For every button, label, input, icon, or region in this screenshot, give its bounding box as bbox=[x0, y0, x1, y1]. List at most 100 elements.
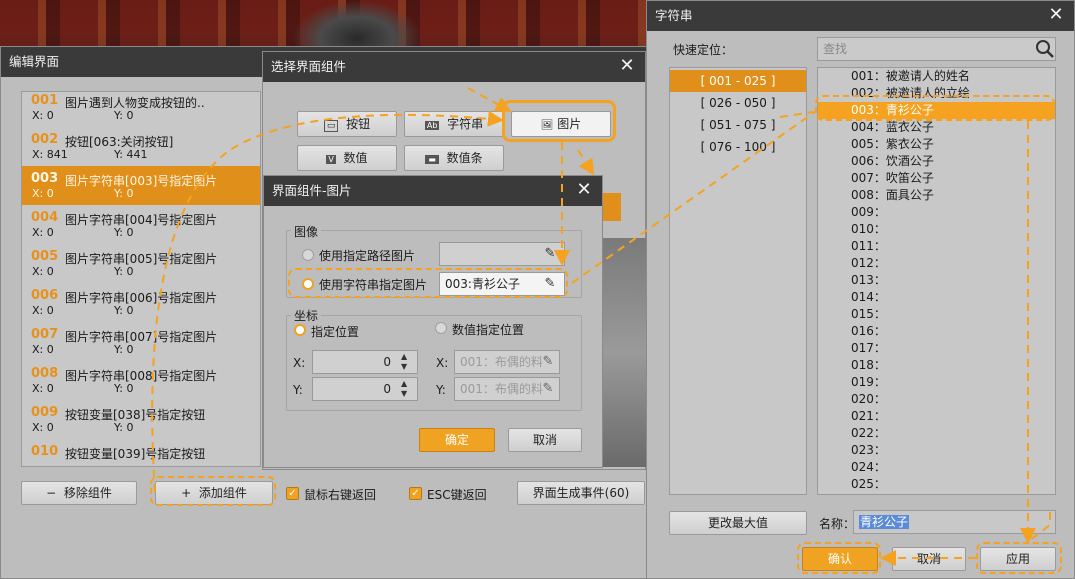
string-item[interactable]: 022： bbox=[818, 425, 1055, 442]
item-number: 008 bbox=[31, 366, 59, 381]
item-x: X: 0 bbox=[32, 265, 54, 278]
string-list[interactable]: 001：被邀请人的姓名 002：被邀请人的立绘 003：青衫公子 004：蓝衣公子 00… bbox=[817, 67, 1056, 495]
name-input[interactable]: 青衫公子 bbox=[853, 510, 1056, 534]
list-item[interactable]: 007 图片字符串[007]号指定图片 X: 0 Y: 0 bbox=[22, 322, 260, 361]
item-x: X: 0 bbox=[32, 187, 54, 200]
ok-button[interactable]: 确定 bbox=[419, 428, 495, 452]
category-item[interactable]: [ 076 - 100 ] bbox=[670, 136, 806, 158]
button-icon: ▭ bbox=[323, 120, 339, 132]
category-item[interactable]: [ 001 - 025 ] bbox=[670, 70, 806, 92]
var-position-label: 数值指定位置 bbox=[452, 323, 525, 337]
x-label: X: bbox=[293, 356, 306, 370]
list-item[interactable]: 009 按钮变量[038]号指定按钮 X: 0 Y: 0 bbox=[22, 400, 260, 439]
close-icon[interactable]: ✕ bbox=[1046, 5, 1066, 25]
item-y: Y: 0 bbox=[114, 109, 134, 122]
y-label: Y: bbox=[293, 383, 303, 397]
list-item[interactable]: 001 图片遇到人物变成按钮的.. X: 0 Y: 0 bbox=[22, 92, 260, 127]
esc-return-label: ESC键返回 bbox=[427, 488, 487, 502]
string-item[interactable]: 010： bbox=[818, 221, 1055, 238]
component-string-button[interactable]: Ab 字符串 bbox=[404, 111, 504, 137]
name-label: 名称： bbox=[819, 517, 856, 531]
item-name: 图片字符串[006]号指定图片 bbox=[65, 291, 218, 305]
close-icon[interactable]: ✕ bbox=[617, 56, 637, 76]
generate-event-button[interactable]: 界面生成事件(60) bbox=[517, 481, 645, 505]
string-item[interactable]: 015： bbox=[818, 306, 1055, 323]
string-item[interactable]: 013： bbox=[818, 272, 1055, 289]
category-list[interactable]: [ 001 - 025 ][ 026 - 050 ][ 051 - 075 ][… bbox=[669, 67, 807, 495]
string-item[interactable]: 002：被邀请人的立绘 bbox=[818, 85, 1055, 102]
var-position-radio[interactable] bbox=[435, 322, 447, 334]
list-item[interactable]: 003 图片字符串[003]号指定图片 X: 0 Y: 0 bbox=[22, 166, 260, 205]
y-stepper-arrows-icon[interactable]: ▲ ▼ bbox=[401, 379, 407, 399]
y-var-label: Y: bbox=[436, 383, 446, 397]
apply-button[interactable]: 应用 bbox=[980, 547, 1056, 571]
string-item[interactable]: 016： bbox=[818, 323, 1055, 340]
right-click-return-checkbox[interactable]: ✓ bbox=[286, 487, 299, 500]
item-number: 005 bbox=[31, 249, 59, 264]
item-x: X: 0 bbox=[32, 226, 54, 239]
pencil-icon[interactable]: ✎ bbox=[542, 246, 558, 262]
list-item[interactable]: 008 图片字符串[008]号指定图片 X: 0 Y: 0 bbox=[22, 361, 260, 400]
list-item[interactable]: 005 图片字符串[005]号指定图片 X: 0 Y: 0 bbox=[22, 244, 260, 283]
cancel-button[interactable]: 取消 bbox=[508, 428, 582, 452]
list-item[interactable]: 004 图片字符串[004]号指定图片 X: 0 Y: 0 bbox=[22, 205, 260, 244]
string-item[interactable]: 007：吹笛公子 bbox=[818, 170, 1055, 187]
component-numberbar-button[interactable]: ▬ 数值条 bbox=[404, 145, 504, 171]
string-item[interactable]: 003：青衫公子 bbox=[818, 102, 1055, 119]
list-item[interactable]: 006 图片字符串[006]号指定图片 X: 0 Y: 0 bbox=[22, 283, 260, 322]
add-component-button[interactable]: + 添加组件 bbox=[155, 481, 273, 505]
component-button-button[interactable]: ▭ 按钮 bbox=[297, 111, 397, 137]
fixed-position-label: 指定位置 bbox=[311, 325, 360, 339]
minus-icon: − bbox=[46, 486, 57, 500]
component-image-button[interactable]: 🖼 图片 bbox=[511, 111, 611, 137]
string-item[interactable]: 006：饮酒公子 bbox=[818, 153, 1055, 170]
remove-component-button[interactable]: − 移除组件 bbox=[21, 481, 137, 505]
string-item[interactable]: 014： bbox=[818, 289, 1055, 306]
pencil-icon[interactable]: ✎ bbox=[542, 276, 558, 292]
update-max-button[interactable]: 更改最大值 bbox=[669, 511, 807, 535]
close-icon[interactable]: ✕ bbox=[574, 180, 594, 200]
string-item[interactable]: 012： bbox=[818, 255, 1055, 272]
image-icon: 🖼 bbox=[540, 120, 554, 131]
search-icon[interactable] bbox=[1035, 39, 1055, 59]
number-icon: V bbox=[326, 155, 336, 164]
string-item[interactable]: 005：紫衣公子 bbox=[818, 136, 1055, 153]
confirm-button[interactable]: 确认 bbox=[802, 547, 878, 571]
string-item[interactable]: 004：蓝衣公子 bbox=[818, 119, 1055, 136]
pencil-icon[interactable]: ✎ bbox=[540, 354, 556, 370]
string-item[interactable]: 019： bbox=[818, 374, 1055, 391]
string-window-title: 字符串 bbox=[647, 1, 1074, 31]
cancel-button[interactable]: 取消 bbox=[892, 547, 966, 571]
string-item[interactable]: 017： bbox=[818, 340, 1055, 357]
item-y: Y: 0 bbox=[114, 421, 134, 434]
background-character bbox=[292, 0, 422, 48]
esc-return-checkbox[interactable]: ✓ bbox=[409, 487, 422, 500]
fixed-position-radio[interactable] bbox=[294, 324, 306, 336]
list-item[interactable]: 002 按钮[063:关闭按钮] X: 841 Y: 441 bbox=[22, 127, 260, 166]
item-number: 010 bbox=[31, 444, 59, 459]
component-number-button[interactable]: V 数值 bbox=[297, 145, 397, 171]
string-item[interactable]: 008：面具公子 bbox=[818, 187, 1055, 204]
item-x: X: 0 bbox=[32, 109, 54, 122]
x-stepper-arrows-icon[interactable]: ▲ ▼ bbox=[401, 352, 407, 372]
string-item[interactable]: 023： bbox=[818, 442, 1055, 459]
string-item[interactable]: 025： bbox=[818, 476, 1055, 493]
item-number: 009 bbox=[31, 405, 59, 420]
right-click-return-label: 鼠标右键返回 bbox=[304, 488, 377, 502]
string-item[interactable]: 020： bbox=[818, 391, 1055, 408]
search-input[interactable]: 查找 bbox=[817, 37, 1056, 61]
component-list[interactable]: 001 图片遇到人物变成按钮的.. X: 0 Y: 0 002 按钮[063:关闭按钮] X… bbox=[21, 91, 261, 467]
string-item[interactable]: 011： bbox=[818, 238, 1055, 255]
string-item[interactable]: 009： bbox=[818, 204, 1055, 221]
use-path-radio[interactable] bbox=[302, 249, 314, 261]
string-item[interactable]: 018： bbox=[818, 357, 1055, 374]
use-string-radio[interactable] bbox=[302, 278, 314, 290]
string-item[interactable]: 001：被邀请人的姓名 bbox=[818, 68, 1055, 85]
string-item[interactable]: 024： bbox=[818, 459, 1055, 476]
category-item[interactable]: [ 051 - 075 ] bbox=[670, 114, 806, 136]
list-item[interactable]: 010 按钮变量[039]号指定按钮 bbox=[22, 439, 260, 466]
use-string-label: 使用字符串指定图片 bbox=[319, 278, 428, 292]
string-item[interactable]: 021： bbox=[818, 408, 1055, 425]
pencil-icon[interactable]: ✎ bbox=[540, 381, 556, 397]
category-item[interactable]: [ 026 - 050 ] bbox=[670, 92, 806, 114]
